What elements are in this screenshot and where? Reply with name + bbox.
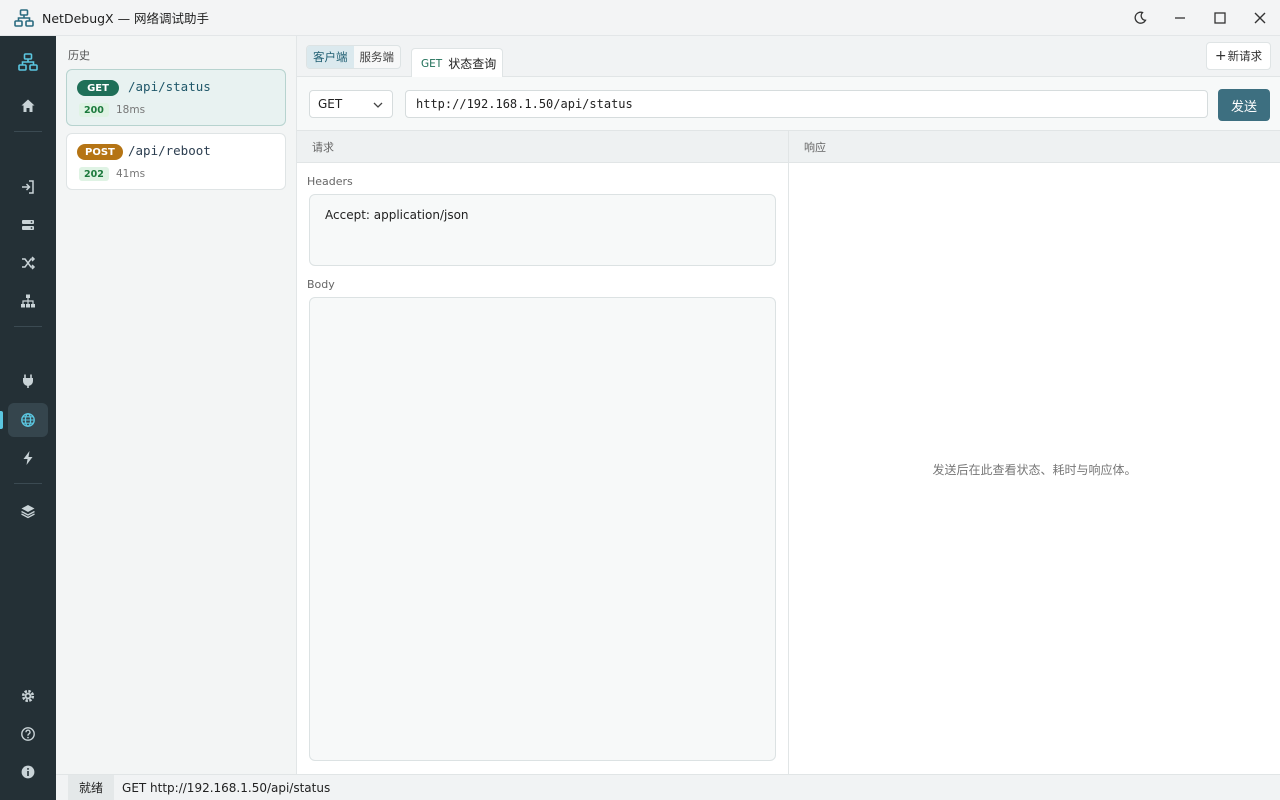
status-info: GET http://192.168.1.50/api/status: [122, 780, 331, 795]
activity-globe[interactable]: [8, 403, 48, 437]
status-badge: 202: [79, 167, 109, 181]
globe-icon: [21, 413, 35, 427]
server-icon: [22, 220, 34, 230]
history-time: 18ms: [116, 104, 146, 116]
body-editor[interactable]: [309, 297, 776, 761]
app-title: NetDebugX — 网络调试助手: [42, 11, 210, 26]
tab-client[interactable]: 客户端: [307, 46, 354, 68]
status-ready: 就绪: [68, 774, 115, 800]
minimize-button[interactable]: [1160, 0, 1200, 36]
plus-icon: +: [1214, 48, 1227, 64]
activity-bar: [0, 36, 56, 800]
request-tab-method: GET: [421, 57, 443, 70]
history-item[interactable]: POST /api/reboot 202 41ms: [66, 133, 286, 190]
method-badge: GET: [77, 80, 119, 96]
minimize-icon: [1175, 17, 1185, 19]
tab-server[interactable]: 服务端: [354, 46, 401, 68]
activity-server[interactable]: [8, 208, 48, 242]
mode-switch: 客户端 服务端: [306, 45, 401, 69]
maximize-button[interactable]: [1200, 0, 1240, 36]
history-title: 历史: [68, 49, 90, 62]
history-item[interactable]: GET /api/status 200 18ms: [66, 69, 286, 126]
layers-icon: [21, 505, 35, 519]
status-bar: 就绪 GET http://192.168.1.50/api/status: [56, 774, 1280, 800]
activity-login[interactable]: [8, 170, 48, 204]
activity-bolt[interactable]: [8, 441, 48, 475]
url-input[interactable]: http://192.168.1.50/api/status: [405, 90, 1208, 118]
activity-help[interactable]: [8, 717, 48, 751]
activity-settings[interactable]: [8, 679, 48, 713]
request-tab-name: 状态查询: [448, 57, 497, 71]
theme-toggle-button[interactable]: [1120, 0, 1160, 36]
history-time: 41ms: [116, 168, 146, 180]
home-icon: [21, 99, 35, 112]
activity-layers[interactable]: [8, 494, 48, 528]
title-bar: NetDebugX — 网络调试助手: [0, 0, 1280, 36]
headers-label: Headers: [307, 175, 353, 188]
response-empty-hint: 发送后在此查看状态、耗时与响应体。: [932, 463, 1137, 477]
headers-value: Accept: application/json: [325, 208, 469, 222]
response-pane: 发送后在此查看状态、耗时与响应体。: [789, 163, 1280, 774]
maximize-icon: [1214, 12, 1226, 24]
help-icon: [21, 727, 35, 741]
history-path: /api/status: [128, 79, 211, 94]
main-area: 客户端 服务端 GET 状态查询 + 新请求 GET http://192.16…: [297, 36, 1280, 774]
plug-icon: [23, 374, 33, 388]
headers-editor[interactable]: Accept: application/json: [309, 194, 776, 266]
sitemap-icon: [21, 294, 35, 308]
network-logo-icon: [14, 8, 34, 28]
body-label: Body: [307, 278, 335, 291]
method-badge: POST: [77, 144, 123, 160]
activity-info[interactable]: [8, 755, 48, 789]
activity-shuffle[interactable]: [8, 246, 48, 280]
request-tab[interactable]: GET 状态查询: [411, 48, 503, 78]
activity-sitemap[interactable]: [8, 284, 48, 318]
settings-icon: [21, 689, 35, 703]
shuffle-icon: [22, 256, 36, 270]
activity-network[interactable]: [8, 45, 48, 79]
request-pane: Headers Accept: application/json Body: [297, 163, 789, 774]
activity-home[interactable]: [8, 89, 48, 123]
history-panel: 历史 GET /api/status 200 18ms POST /api/re…: [56, 36, 297, 774]
history-path: /api/reboot: [128, 143, 211, 158]
new-request-button[interactable]: + 新请求: [1206, 42, 1271, 70]
bolt-icon: [23, 451, 33, 465]
info-icon: [21, 765, 35, 779]
chevron-down-icon: [373, 102, 383, 108]
tabs-row: 客户端 服务端 GET 状态查询 + 新请求: [297, 36, 1280, 78]
send-button[interactable]: 发送: [1218, 89, 1270, 121]
activity-plug[interactable]: [8, 364, 48, 398]
method-select[interactable]: GET: [309, 90, 393, 118]
network-icon: [18, 53, 38, 71]
response-pane-header: 响应: [789, 131, 1280, 163]
new-request-label: 新请求: [1227, 49, 1263, 63]
request-pane-header: 请求: [297, 131, 789, 163]
request-bar: GET http://192.168.1.50/api/status 发送: [297, 77, 1280, 131]
method-select-value: GET: [318, 97, 343, 111]
moon-icon: [1134, 11, 1147, 24]
login-icon: [22, 180, 34, 194]
close-icon: [1254, 12, 1266, 24]
status-badge: 200: [79, 103, 109, 117]
close-button[interactable]: [1240, 0, 1280, 36]
